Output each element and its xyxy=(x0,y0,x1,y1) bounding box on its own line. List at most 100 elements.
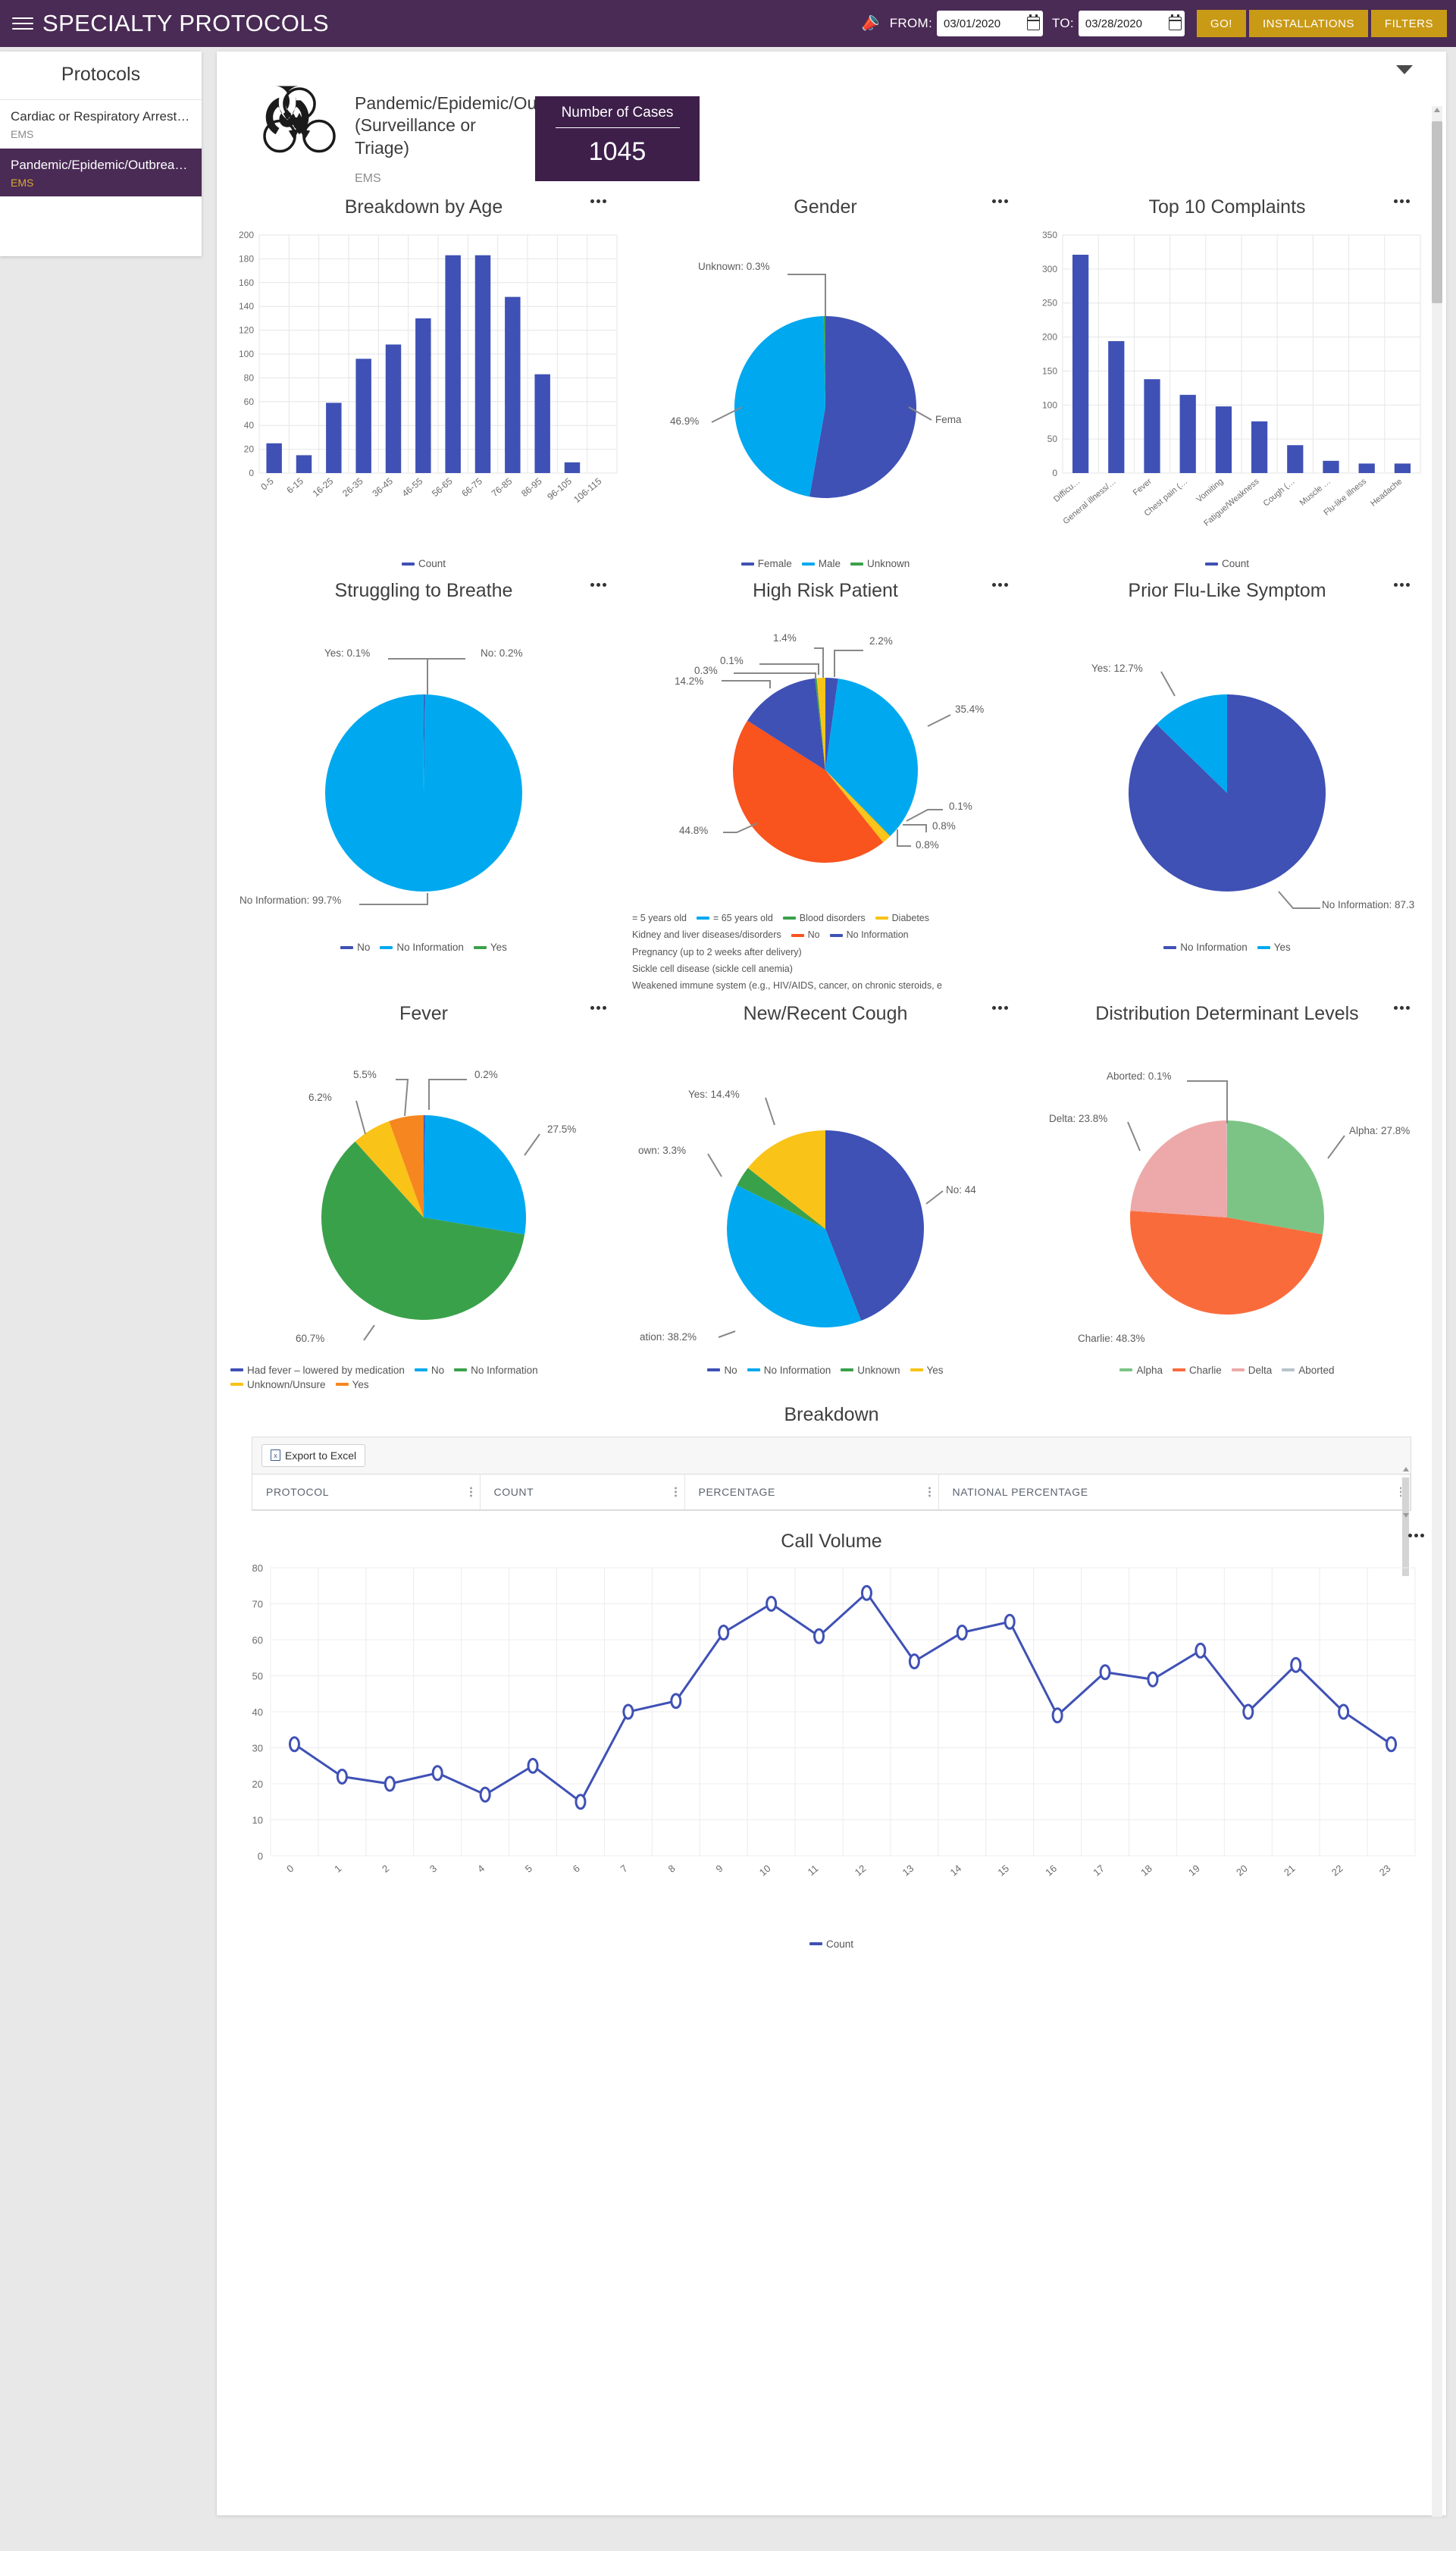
content-scrollbar[interactable] xyxy=(1432,106,1442,2517)
svg-text:4: 4 xyxy=(475,1863,487,1875)
filters-button[interactable]: FILTERS xyxy=(1370,10,1447,37)
legend-label: Yes xyxy=(352,1378,369,1390)
chart-panel-fever: Fever 5.5% 0.2% 6.2% 27.5% 60.7% Had fev xyxy=(223,992,625,1390)
sidebar-item-pandemic-epidemic-outbreak[interactable]: Pandemic/Epidemic/Outbrea… EMS xyxy=(0,149,202,197)
chart-plot-area: Yes: 0.1% No: 0.2% No Information: 99.7% xyxy=(223,605,625,939)
svg-text:0: 0 xyxy=(284,1863,296,1875)
legend-item: No xyxy=(707,1365,737,1376)
svg-text:Vomiting: Vomiting xyxy=(1195,477,1225,504)
legend-swatch xyxy=(1231,1368,1245,1372)
chart-menu-icon[interactable] xyxy=(1408,1533,1424,1537)
chart-menu-icon[interactable] xyxy=(992,199,1008,204)
legend-label: Count xyxy=(1221,558,1250,570)
pie-label: 44.8% xyxy=(679,825,709,837)
chart-menu-icon[interactable] xyxy=(1394,199,1410,204)
go-button[interactable]: GO! xyxy=(1196,10,1246,37)
legend-label: Unknown xyxy=(867,558,910,570)
chart-menu-icon[interactable] xyxy=(590,583,606,588)
svg-text:Difficu…: Difficu… xyxy=(1052,477,1082,504)
hamburger-icon[interactable] xyxy=(12,15,33,32)
scroll-down-arrow-icon[interactable] xyxy=(1403,1512,1409,1518)
svg-text:50: 50 xyxy=(252,1670,263,1681)
svg-text:12: 12 xyxy=(853,1863,869,1879)
chart-title: Distribution Determinant Levels xyxy=(1095,1002,1359,1024)
legend-label: = 65 years old xyxy=(712,913,773,924)
legend-label: Alpha xyxy=(1136,1364,1163,1376)
legend-item: No Information xyxy=(1163,942,1248,953)
legend-label: Pregnancy (up to 2 weeks after delivery) xyxy=(632,946,802,957)
column-header-national-percentage[interactable]: NATIONAL PERCENTAGE xyxy=(938,1474,1411,1510)
table-header-row: PROTOCOL COUNT PERCENTAGE NATIONAL PERCE… xyxy=(252,1474,1411,1510)
chart-title: Prior Flu-Like Symptom xyxy=(1128,580,1326,602)
chart-menu-icon[interactable] xyxy=(590,1005,606,1010)
pie-label: Yes: 0.1% xyxy=(324,647,371,660)
chart-menu-icon[interactable] xyxy=(1394,1005,1410,1010)
legend-label: Charlie xyxy=(1188,1364,1222,1376)
pie-label: own: 3.3% xyxy=(638,1144,687,1156)
pie-label: 1.4% xyxy=(773,632,797,644)
legend-item: Delta xyxy=(1231,1364,1273,1376)
svg-text:10: 10 xyxy=(252,1814,263,1826)
legend-label: Delta xyxy=(1248,1364,1273,1376)
legend-label: Aborted xyxy=(1298,1364,1335,1376)
breakdown-table: x Export to Excel PROTOCOL COUNT PERCENT… xyxy=(252,1436,1411,1576)
column-label: COUNT xyxy=(493,1485,534,1498)
legend-swatch xyxy=(850,562,863,566)
export-label: Export to Excel xyxy=(285,1449,357,1462)
svg-text:40: 40 xyxy=(252,1706,263,1718)
svg-text:16-25: 16-25 xyxy=(311,476,336,500)
legend-swatch xyxy=(741,562,754,566)
column-menu-icon[interactable] xyxy=(674,1487,677,1497)
app-topbar: SPECIALTY PROTOCOLS 📣 FROM: 03/01/2020 T… xyxy=(0,0,1456,47)
svg-text:200: 200 xyxy=(1042,332,1057,343)
chart-menu-icon[interactable] xyxy=(992,583,1008,588)
svg-text:76-85: 76-85 xyxy=(490,476,515,500)
legend-swatch xyxy=(801,562,815,566)
chevron-down-icon[interactable] xyxy=(1396,65,1413,74)
scrollbar-thumb[interactable] xyxy=(1432,121,1442,303)
svg-text:26-35: 26-35 xyxy=(340,476,365,500)
chart-menu-icon[interactable] xyxy=(590,199,606,204)
kpi-label: Number of Cases xyxy=(561,105,674,121)
to-date-input[interactable]: 03/28/2020 xyxy=(1078,11,1185,36)
legend-item: No xyxy=(414,1365,444,1376)
table-scrollbar[interactable] xyxy=(1401,1466,1410,1576)
calendar-icon[interactable] xyxy=(1026,14,1040,30)
from-date-input[interactable]: 03/01/2020 xyxy=(936,11,1043,36)
legend-swatch xyxy=(809,1942,822,1946)
column-header-count[interactable]: COUNT xyxy=(480,1474,685,1510)
pie-label: 27.5% xyxy=(547,1123,577,1135)
scroll-up-arrow-icon[interactable] xyxy=(1434,108,1440,112)
svg-text:46-55: 46-55 xyxy=(400,476,425,500)
column-menu-icon[interactable] xyxy=(928,1487,931,1497)
column-header-percentage[interactable]: PERCENTAGE xyxy=(684,1474,939,1510)
pie-label: Yes: 14.4% xyxy=(688,1088,740,1100)
legend-item: Unknown/Unsure xyxy=(230,1379,326,1390)
installations-button[interactable]: INSTALLATIONS xyxy=(1248,10,1368,37)
svg-text:0-5: 0-5 xyxy=(258,476,276,493)
sidebar-item-cardiac-respiratory-arrest[interactable]: Cardiac or Respiratory Arrest/… EMS xyxy=(0,100,202,149)
legend-swatch xyxy=(1119,1368,1133,1372)
svg-text:22: 22 xyxy=(1329,1863,1345,1879)
svg-text:150: 150 xyxy=(1042,366,1057,377)
column-header-protocol[interactable]: PROTOCOL xyxy=(252,1474,481,1510)
calendar-icon[interactable] xyxy=(1168,14,1182,30)
svg-text:6: 6 xyxy=(571,1863,582,1875)
chart-menu-icon[interactable] xyxy=(1394,583,1410,588)
svg-text:160: 160 xyxy=(239,277,254,288)
legend-label: Unknown xyxy=(857,1364,900,1376)
megaphone-icon[interactable]: 📣 xyxy=(857,11,881,36)
svg-text:Muscle …: Muscle … xyxy=(1298,477,1332,508)
legend-swatch xyxy=(1163,945,1177,949)
svg-text:70: 70 xyxy=(252,1598,263,1609)
svg-text:3: 3 xyxy=(427,1863,439,1875)
scroll-up-arrow-icon[interactable] xyxy=(1403,1466,1409,1471)
svg-text:50: 50 xyxy=(1047,434,1058,444)
legend-item: No Information xyxy=(747,1365,831,1376)
column-menu-icon[interactable] xyxy=(469,1487,472,1497)
topbar-controls: 📣 FROM: 03/01/2020 TO: 03/28/2020 GO! IN… xyxy=(857,10,1456,37)
chart-menu-icon[interactable] xyxy=(992,1005,1008,1010)
export-to-excel-button[interactable]: x Export to Excel xyxy=(261,1443,366,1467)
pie-label: 2.2% xyxy=(869,635,893,647)
legend-item: Female xyxy=(741,558,792,569)
